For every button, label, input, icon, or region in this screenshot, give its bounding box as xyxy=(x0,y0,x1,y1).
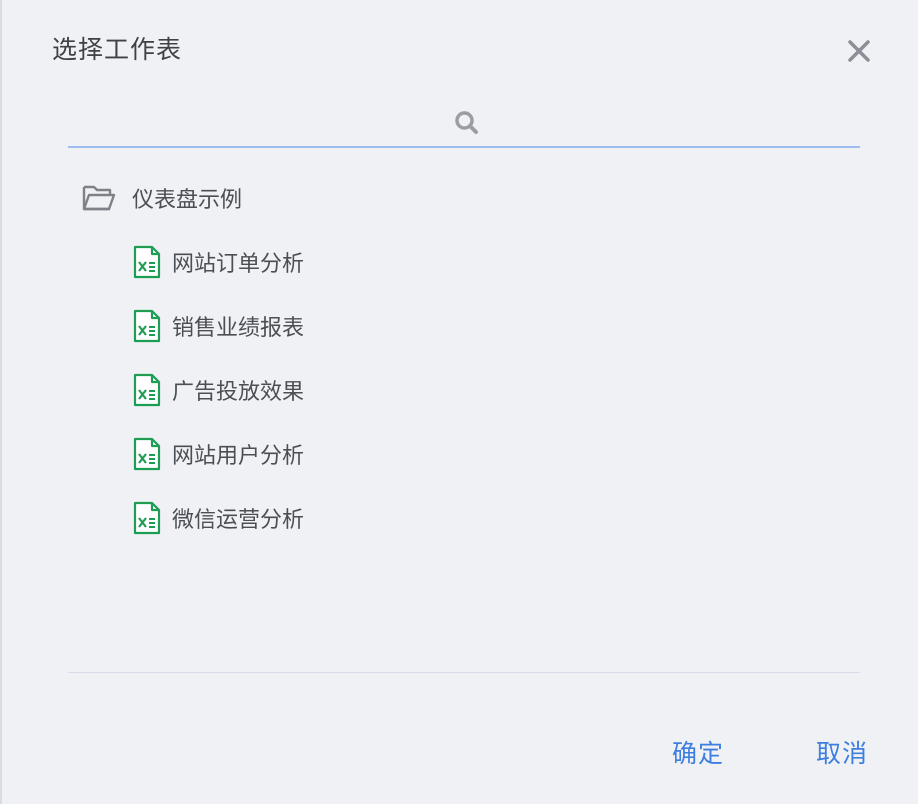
tree-sheet-label: 广告投放效果 xyxy=(172,380,305,405)
tree-sheet-item[interactable]: 网站用户分析 xyxy=(132,434,304,474)
tree-sheet-item[interactable]: 网站订单分析 xyxy=(132,242,304,282)
spreadsheet-icon xyxy=(132,373,162,407)
tree-sheet-item[interactable]: 微信运营分析 xyxy=(132,498,304,538)
select-worksheet-dialog: 选择工作表 仪表盘示例 网站订单分析 销售业绩报表 广告投放效果 网站用户分析 … xyxy=(0,0,918,804)
folder-open-icon xyxy=(82,183,116,213)
close-icon[interactable] xyxy=(842,34,876,68)
cancel-button[interactable]: 取消 xyxy=(816,734,868,770)
tree-sheet-label: 网站用户分析 xyxy=(172,444,305,469)
footer-divider xyxy=(68,672,860,673)
search-icon[interactable] xyxy=(452,108,482,138)
confirm-button[interactable]: 确定 xyxy=(672,734,724,770)
tree-sheet-label: 网站订单分析 xyxy=(172,252,305,277)
tree-sheet-label: 微信运营分析 xyxy=(172,508,305,533)
spreadsheet-icon xyxy=(132,309,162,343)
spreadsheet-icon xyxy=(132,501,162,535)
spreadsheet-icon xyxy=(132,437,162,471)
tree-sheet-item[interactable]: 广告投放效果 xyxy=(132,370,304,410)
dialog-title: 选择工作表 xyxy=(52,35,183,64)
tree-folder-label: 仪表盘示例 xyxy=(132,188,243,213)
tree-sheet-label: 销售业绩报表 xyxy=(172,316,305,341)
spreadsheet-icon xyxy=(132,245,162,279)
search-box xyxy=(68,100,864,148)
tree-folder-dashboard-examples[interactable]: 仪表盘示例 xyxy=(82,176,242,220)
tree-sheet-item[interactable]: 销售业绩报表 xyxy=(132,306,304,346)
